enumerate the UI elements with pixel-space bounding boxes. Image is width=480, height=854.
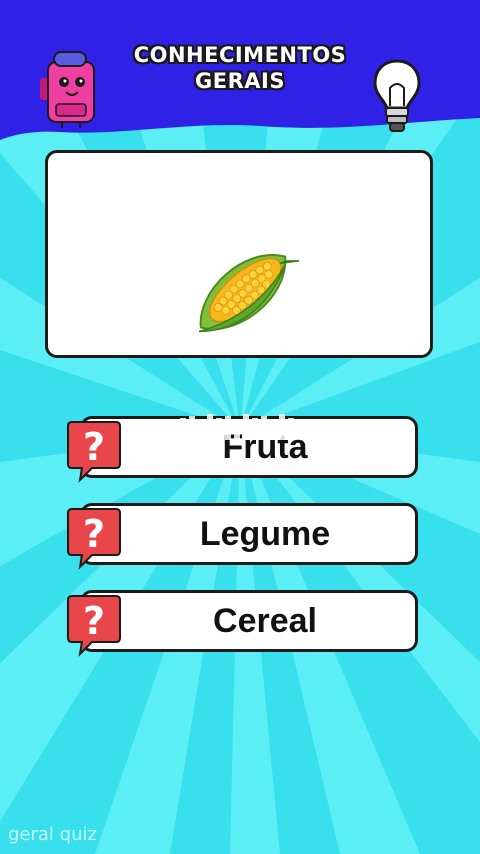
answer-label: Cereal xyxy=(213,602,317,640)
lightbulb-icon xyxy=(373,59,421,132)
loading-overlay xyxy=(180,414,294,440)
answer-label: Legume xyxy=(199,515,331,553)
question-mark-icon: ? xyxy=(67,508,121,570)
watermark: geral quiz xyxy=(8,824,97,845)
page-title: CONHECIMENTOS GERAIS xyxy=(90,42,390,94)
question-mark-icon: ? xyxy=(67,595,121,657)
answer-option-2[interactable]: Legume ? xyxy=(67,503,418,570)
title-line-1: CONHECIMENTOS xyxy=(133,43,347,67)
title-line-2: GERAIS xyxy=(195,69,285,93)
svg-text:?: ? xyxy=(83,599,105,643)
corn-icon xyxy=(198,254,300,333)
pink-backpack-mascot-icon xyxy=(40,51,95,128)
answer-option-3[interactable]: Cereal ? xyxy=(67,590,418,657)
svg-text:?: ? xyxy=(83,512,105,556)
svg-text:?: ? xyxy=(83,425,105,469)
question-mark-icon: ? xyxy=(67,421,121,483)
